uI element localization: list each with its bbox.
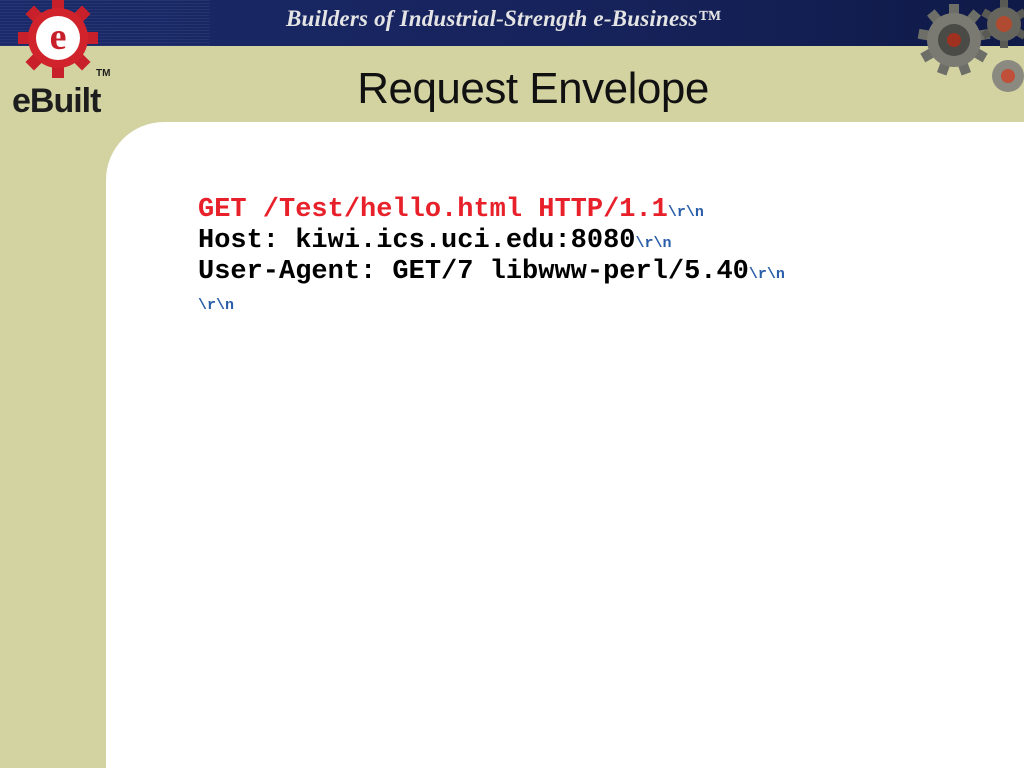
request-line: GET /Test/hello.html HTTP/1.1\r\n [198,196,785,227]
crlf-marker: \r\n [748,266,785,283]
svg-text:e: e [50,16,67,58]
crlf-marker: \r\n [667,204,704,221]
blank-line-terminator: \r\n [198,297,235,314]
http-request-envelope: GET /Test/hello.html HTTP/1.1\r\n Host: … [198,196,785,323]
crlf-marker: \r\n [635,235,672,252]
header-line-user-agent: User-Agent: GET/7 libwww-perl/5.40\r\n [198,258,785,289]
user-agent-header-text: User-Agent: GET/7 libwww-perl/5.40 [198,257,749,287]
host-header-text: Host: kiwi.ics.uci.edu:8080 [198,226,636,256]
header-bar: Builders of Industrial-Strength e-Busine… [0,0,1024,46]
slide-title: Request Envelope [357,64,709,113]
request-line-text: GET /Test/hello.html HTTP/1.1 [198,195,668,225]
header-line-host: Host: kiwi.ics.uci.edu:8080\r\n [198,227,785,258]
tagline: Builders of Industrial-Strength e-Busine… [286,6,721,31]
